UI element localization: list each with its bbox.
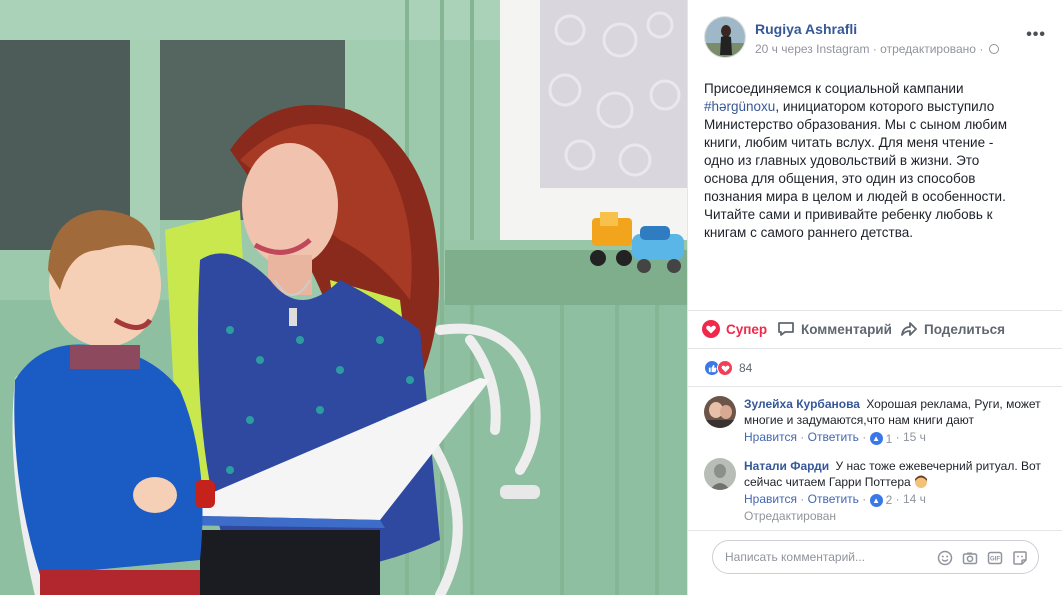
more-options-button[interactable]: ••• [1026,26,1046,44]
gif-icon[interactable]: GIF [986,549,1003,566]
divider [688,310,1062,311]
comment-like-count[interactable]: ▲ 1 [869,431,893,446]
share-button[interactable]: Поделиться [900,320,1005,338]
author-name[interactable]: Rugiya Ashrafli [755,21,857,37]
comment-actions: Нравится · Ответить · ▲ 2 · 14 ч [744,491,926,508]
comment-label: Комментарий [801,321,892,337]
post-via: через Instagram [781,42,870,56]
love-reaction-icon [717,360,733,376]
comment-item: Зулейха Курбанова Хорошая реклама, Руги,… [704,396,1049,446]
comment-button[interactable]: Комментарий [777,320,892,338]
comment-author[interactable]: Натали Фарди [744,459,829,473]
comment-icon [778,322,794,336]
love-react-label: Супер [726,321,768,337]
emoji-picker-icon[interactable] [936,549,953,566]
divider [688,386,1062,387]
svg-text:GIF: GIF [990,556,1000,562]
comment-author[interactable]: Зулейха Курбанова [744,397,860,411]
composer-icons: GIF [936,549,1028,566]
heart-icon [702,320,720,338]
post-edited[interactable]: отредактировано [880,42,976,56]
like-icon: ▲ [869,493,883,507]
comment-time[interactable]: 15 ч [903,430,926,444]
comment-likes-number: 1 [885,431,893,446]
share-icon [901,322,917,336]
avatar-image [704,457,736,490]
meta-separator: · [979,42,984,56]
comment-composer: GIF [712,540,1039,574]
love-react-button[interactable]: Супер [702,320,767,338]
comment-like-button[interactable]: Нравится [744,430,797,444]
comment-reply-button[interactable]: Ответить [808,430,859,444]
comment-body: Зулейха Курбанова Хорошая реклама, Руги,… [744,396,1049,428]
reaction-summary[interactable]: 84 [704,360,752,376]
divider [688,530,1062,531]
hashtag-link[interactable]: #hərgünoxu [704,99,775,114]
post-meta: 20 ч через Instagram · отредактировано · [755,42,999,56]
comment-reply-button[interactable]: Ответить [808,492,859,506]
comment-actions: Нравится · Ответить · ▲ 1 · 15 ч [744,430,926,446]
commenter-avatar[interactable] [704,457,736,490]
photo-illustration [0,0,687,595]
avatar-image [705,17,745,57]
comment-input[interactable] [725,541,925,573]
comment-item: Натали Фарди У нас тоже ежевечерний риту… [704,457,1049,523]
post-actions: Супер Комментарий Поделиться [702,318,1047,342]
post-panel: Rugiya Ashrafli 20 ч через Instagram · о… [687,0,1062,595]
commenter-avatar[interactable] [704,396,736,428]
comments-list: Зулейха Курбанова Хорошая реклама, Руги,… [704,396,1049,535]
post-photo[interactable] [0,0,687,595]
post-text: Присоединяемся к социальной кампании #hə… [704,80,1024,242]
comment-likes-number: 2 [885,493,893,507]
comment-edited-label[interactable]: Отредактирован [744,509,1049,523]
comment-like-count[interactable]: ▲ 2 [869,493,893,507]
author-avatar[interactable] [704,16,746,58]
comment-body: Натали Фарди У нас тоже ежевечерний риту… [744,458,1049,490]
comment-time[interactable]: 14 ч [903,492,926,506]
emoji-icon [914,475,928,489]
camera-icon[interactable] [961,549,978,566]
post-header: Rugiya Ashrafli 20 ч через Instagram · о… [704,16,1046,62]
globe-icon [988,44,999,54]
meta-separator: · [872,42,877,56]
divider [688,348,1062,349]
post-text-intro: Присоединяемся к социальной кампании [704,81,964,96]
share-label: Поделиться [924,321,1006,337]
post-time[interactable]: 20 ч [755,42,778,56]
avatar-image [704,396,736,428]
post-text-body: , инициатором которого выступило Министе… [704,99,1007,240]
comment-like-button[interactable]: Нравится [744,492,797,506]
reaction-count: 84 [739,361,753,375]
sticker-icon[interactable] [1011,549,1028,566]
like-icon: ▲ [869,432,883,445]
